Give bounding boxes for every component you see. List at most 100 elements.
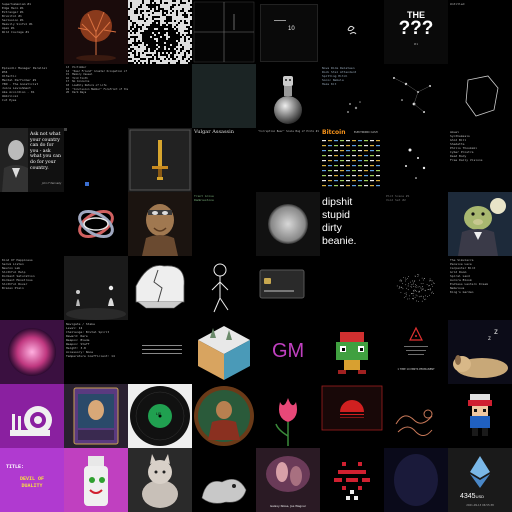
tile-snow-cube[interactable] bbox=[192, 320, 256, 384]
tile-cat-figure[interactable] bbox=[128, 448, 192, 512]
tile-noise-circle[interactable] bbox=[256, 192, 320, 256]
tile-pixel-hero[interactable] bbox=[448, 384, 512, 448]
tile-plot-scene[interactable]: Plot Scene #1 Void Set #2 bbox=[384, 192, 448, 256]
tile-garden-list[interactable]: The Simulacra Pensive Lace Carpenter Bird G… bbox=[448, 256, 512, 320]
tile-old-man-bust[interactable] bbox=[128, 192, 192, 256]
word-list: Amuel Synthemesis Ghid Bill Shadetta Philis … bbox=[450, 130, 510, 162]
tile-tree-sunset[interactable] bbox=[64, 0, 128, 64]
dark-blue-artwork bbox=[394, 454, 438, 506]
eth-price-unit: USD bbox=[475, 494, 485, 499]
tile-forest-names[interactable]: Trent Grove Ramblestone bbox=[192, 192, 256, 256]
tile-particle-cloud[interactable] bbox=[384, 256, 448, 320]
ghost-figures-artwork bbox=[64, 256, 128, 320]
list-line: Temperature Coefficient: 14 bbox=[66, 354, 115, 358]
tile-stats-list[interactable]: Navigate / Stake Level: 12 Challenge: Brut… bbox=[64, 320, 128, 384]
tile-creature-sketch[interactable] bbox=[192, 448, 256, 512]
tile-untitled[interactable]: Untitled bbox=[448, 0, 512, 64]
tile-ghost-figures[interactable] bbox=[64, 256, 128, 320]
bitcoin-data-rows bbox=[322, 140, 380, 187]
tile-red-sunset[interactable] bbox=[320, 384, 384, 448]
tile-empty-1[interactable] bbox=[128, 64, 192, 128]
tile-number-badge[interactable]: 10 bbox=[256, 0, 320, 64]
tile-stick-figure[interactable] bbox=[192, 256, 256, 320]
the-subtitle: #1 bbox=[413, 42, 419, 46]
tile-warrior-emblem[interactable] bbox=[192, 384, 256, 448]
mint-subtitle: 1 TIME 10 MINTS PERMANENT bbox=[397, 368, 435, 371]
red-sunset-artwork bbox=[321, 385, 383, 431]
tile-constellation[interactable] bbox=[384, 64, 448, 128]
outline-shape-artwork bbox=[465, 75, 499, 117]
blue-dot bbox=[85, 182, 89, 186]
dipshit-beanie-text: dipshit stupid dirty beanie. bbox=[322, 196, 356, 248]
svg-text:z: z bbox=[494, 327, 498, 336]
tile-clown-bottle[interactable] bbox=[64, 448, 128, 512]
stick-figure-artwork bbox=[211, 263, 229, 313]
tile-text-list-1[interactable]: Superhumanism #1 Edge Hero #1 Extranger #1… bbox=[0, 0, 64, 64]
galaxy-noise-artwork bbox=[256, 448, 320, 512]
stats-list: Navigate / Stake Level: 12 Challenge: Brut… bbox=[66, 322, 126, 358]
constellation-artwork bbox=[393, 77, 431, 113]
list-line: dirty bbox=[322, 222, 342, 234]
vinyl-record-artwork: LP bbox=[128, 384, 192, 448]
untitled-label: Untitled bbox=[450, 2, 465, 6]
tile-dark-teal[interactable] bbox=[192, 64, 256, 128]
tile-cracked-wall[interactable] bbox=[128, 256, 192, 320]
tile-corruption-bear[interactable]: "Corruption Bear" Scale Bug of Proto #1 bbox=[256, 128, 320, 192]
eth-price: 4345USD bbox=[460, 493, 484, 500]
grid-line-artwork bbox=[193, 1, 255, 63]
tile-pixel-monster[interactable] bbox=[320, 320, 384, 384]
pixel-monster-artwork bbox=[336, 332, 368, 374]
tile-eth-price[interactable]: 4345USD 2021-09-13 06:55:38 bbox=[448, 448, 512, 512]
nft-gallery-grid: Superhumanism #1 Edge Hero #1 Extranger #1… bbox=[0, 0, 512, 512]
tile-galaxy-noise[interactable]: Galaxy Noise, Joe Wagner bbox=[256, 448, 320, 512]
tile-triangle-logo[interactable]: 1 TIME 10 MINTS PERMANENT bbox=[384, 320, 448, 384]
tile-name-list[interactable]: Nova Ride Relateen Rock Stal Attendant Spi… bbox=[320, 64, 384, 128]
tile-tulip[interactable] bbox=[256, 384, 320, 448]
tile-small-text[interactable] bbox=[128, 320, 192, 384]
tile-robot-sphere[interactable] bbox=[256, 64, 320, 128]
tile-chrome-rings[interactable] bbox=[64, 192, 128, 256]
pixel-noise-artwork bbox=[128, 0, 192, 64]
tile-pixel-sword[interactable] bbox=[128, 128, 192, 192]
tile-blue-dot[interactable] bbox=[64, 128, 128, 192]
tile-dipshit-beanie[interactable]: dipshit stupid dirty beanie. bbox=[320, 192, 384, 256]
tile-numbered-list[interactable]: 13 Pictimber 14 "Dear Friend" Greater Occ… bbox=[64, 64, 128, 128]
tile-sleeping-dog[interactable]: z z bbox=[448, 320, 512, 384]
tile-grid-line[interactable] bbox=[192, 0, 256, 64]
tile-the-question[interactable]: THE ??? #1 bbox=[384, 0, 448, 64]
tile-text-list-2[interactable]: Episodic Manager Parallel #34 Olfactic Ment… bbox=[0, 64, 64, 128]
tile-outline-shape[interactable] bbox=[448, 64, 512, 128]
trading-card-artwork bbox=[73, 387, 119, 445]
bust-artwork bbox=[142, 204, 178, 256]
creature-sketch-artwork bbox=[201, 479, 247, 504]
tile-happiness-list[interactable]: Kind Of Happiness Serum Listen Neuron Lab S… bbox=[0, 256, 64, 320]
tile-swirl-mark[interactable] bbox=[320, 0, 384, 64]
tile-credit-card[interactable] bbox=[256, 256, 320, 320]
tile-copper-swirls[interactable] bbox=[384, 384, 448, 448]
pixel-invader-artwork bbox=[334, 462, 370, 500]
tile-pixel-snail[interactable] bbox=[0, 384, 64, 448]
tile-vulgar-assassin[interactable]: Vulgar Assassin bbox=[192, 128, 256, 192]
devil-name: DEVIL OF DUALITY bbox=[19, 476, 44, 489]
tile-pixel-noise[interactable] bbox=[128, 0, 192, 64]
tile-star-map[interactable] bbox=[384, 128, 448, 192]
tile-pink-orb[interactable] bbox=[0, 320, 64, 384]
tile-word-list[interactable]: Amuel Synthemesis Ghid Bill Shadetta Philis … bbox=[448, 128, 512, 192]
tile-kennedy-quote[interactable]: Ask not what your country can do for you… bbox=[0, 128, 64, 192]
corruption-bear-title: "Corruption Bear" Scale Bug of Proto #1 bbox=[258, 130, 319, 133]
tile-trading-card[interactable] bbox=[64, 384, 128, 448]
tile-dark-empty[interactable] bbox=[320, 256, 384, 320]
pixel-hero-artwork bbox=[468, 394, 492, 436]
tile-pig-suit[interactable] bbox=[448, 192, 512, 256]
small-text-block bbox=[142, 342, 182, 356]
text-list: Episodic Manager Parallel #34 Olfactic Ment… bbox=[2, 66, 62, 102]
tile-gm[interactable]: GM bbox=[256, 320, 320, 384]
tile-empty-2[interactable] bbox=[0, 192, 64, 256]
tile-devil-of-duality[interactable]: TITLE: DEVIL OF DUALITY bbox=[0, 448, 64, 512]
tile-bitcoin-paper[interactable]: Bitcoin ELECTRONIC CASH bbox=[320, 128, 384, 192]
tile-pixel-invader[interactable] bbox=[320, 448, 384, 512]
tile-vinyl-record[interactable]: LP bbox=[128, 384, 192, 448]
kennedy-quote: Ask not what your country can do for you… bbox=[30, 132, 61, 171]
tile-dark-blue-grain[interactable] bbox=[384, 448, 448, 512]
badge-underline bbox=[274, 20, 286, 21]
